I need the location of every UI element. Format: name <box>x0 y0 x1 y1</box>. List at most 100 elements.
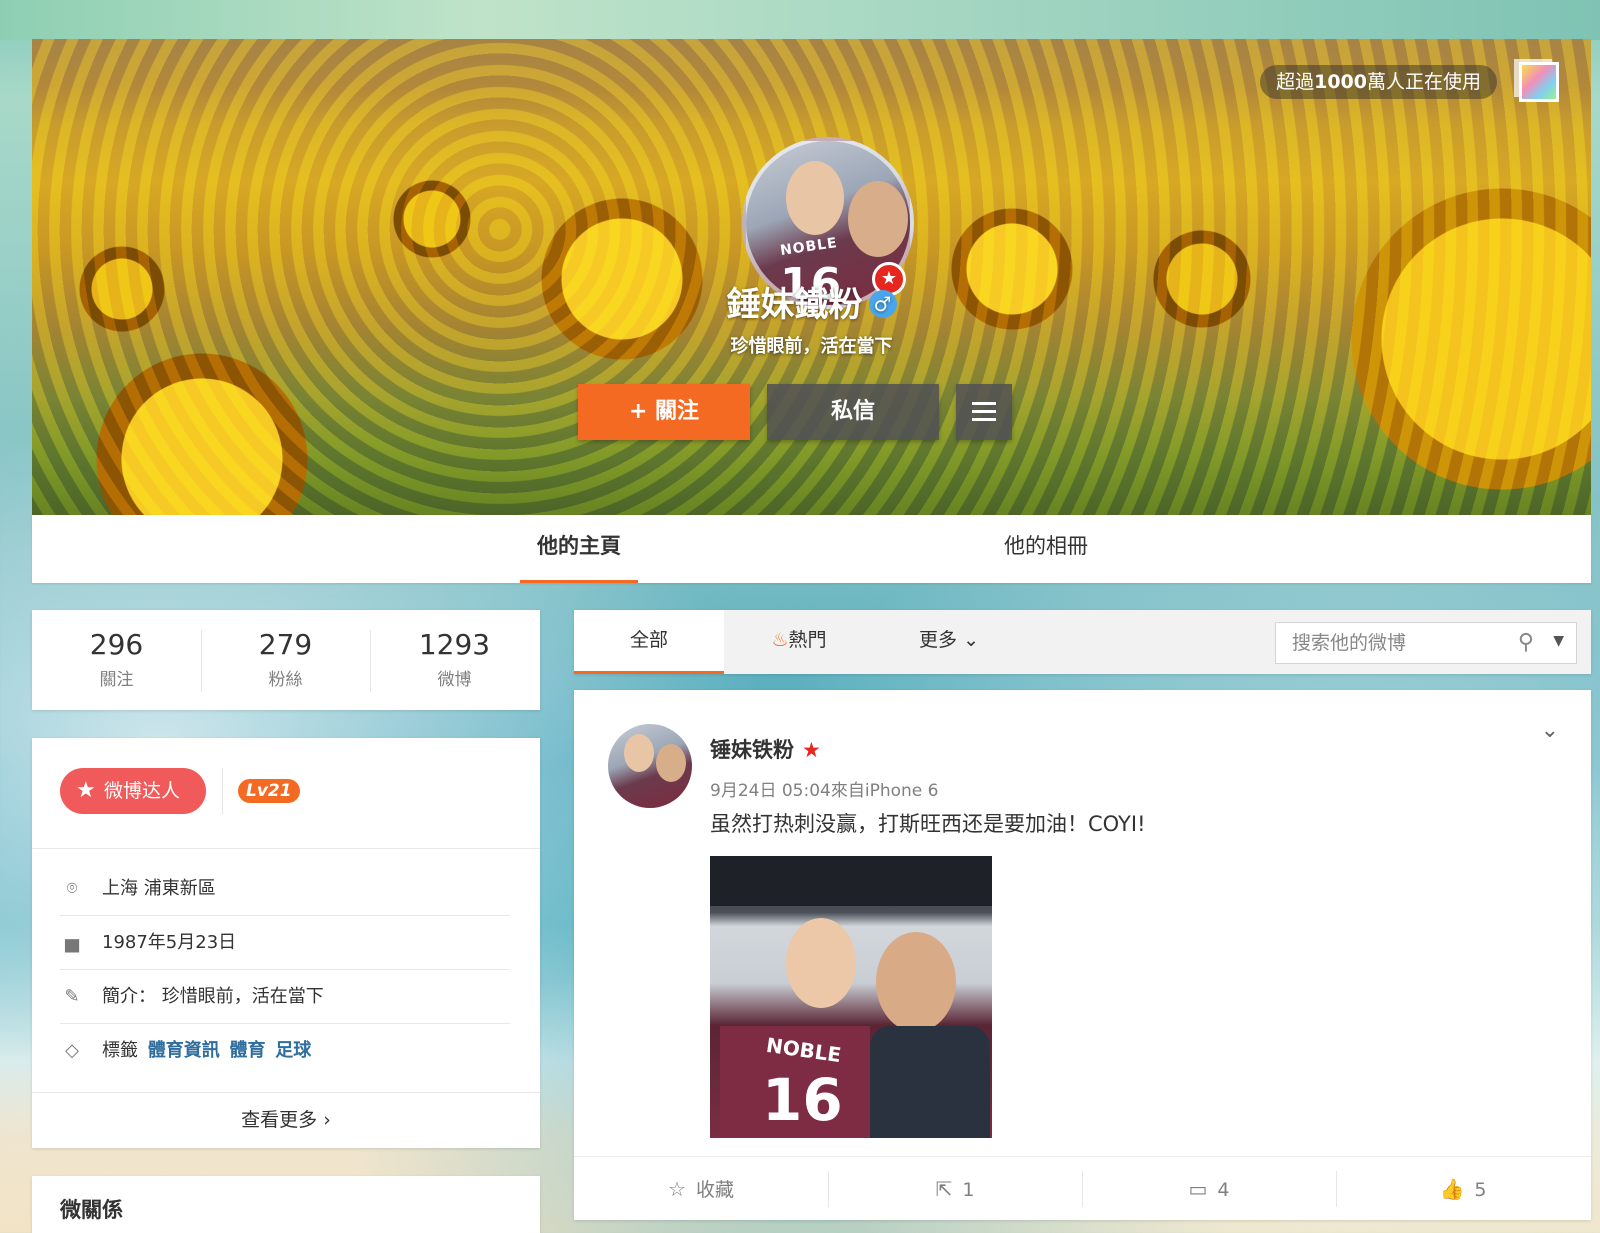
info-intro: ✎ 簡介： 珍惜眼前，活在當下 <box>60 970 510 1024</box>
feed-search-box: ⚲ ▼ <box>1275 622 1577 664</box>
photo-face-left <box>786 918 856 1008</box>
menu-icon-bar <box>972 418 996 421</box>
photo-car-frame <box>710 856 992 906</box>
feed-tab-more-label: 更多 <box>919 629 958 651</box>
feed-tab-hot[interactable]: ♨熱門 <box>724 610 874 674</box>
avatar-jersey-name: NOBLE <box>779 235 839 259</box>
photo-coat <box>870 1026 990 1138</box>
edit-note-icon: ✎ <box>64 986 80 1007</box>
level-badge[interactable]: Lv21 <box>238 779 300 803</box>
share-icon: ⇱ <box>935 1177 953 1201</box>
divider <box>32 848 540 849</box>
star-icon: ★ <box>76 778 96 803</box>
stat-followers-label: 粉絲 <box>268 670 303 690</box>
post-author-avatar[interactable] <box>608 724 692 808</box>
post-source[interactable]: iPhone 6 <box>865 781 939 801</box>
tag-link[interactable]: 體育 <box>229 1040 265 1061</box>
post-source-prefix: 來自 <box>830 781 865 801</box>
favorite-label: 收藏 <box>695 1179 734 1201</box>
post-actions: ☆ 收藏 ⇱ 1 ▭ 4 👍 5 <box>574 1156 1591 1220</box>
usage-badge[interactable]: 超過1000萬人正在使用 <box>1260 65 1497 99</box>
feed-tab-more[interactable]: 更多 ⌄ <box>874 610 1024 674</box>
tag-link[interactable]: 足球 <box>275 1040 311 1061</box>
tab-albums[interactable]: 他的相冊 <box>987 515 1105 583</box>
intro-label: 簡介： <box>102 986 156 1007</box>
skin-picker-icon[interactable] <box>1519 62 1559 102</box>
birthday-cake-icon: ▅ <box>65 932 79 953</box>
post-text: 虽然打热刺没赢，打斯旺西还是要加油！COYI! <box>710 812 1146 836</box>
talent-badge[interactable]: ★ 微博达人 <box>60 768 206 814</box>
post-avatar-face-left <box>624 734 654 772</box>
profile-nickname: 錘妹鐵粉 ♂ <box>32 277 1591 326</box>
feed-tabbar: 全部 ♨熱門 更多 ⌄ ⚲ ▼ <box>574 610 1591 674</box>
photo-jersey-number: 16 <box>762 1066 843 1134</box>
usage-prefix: 超過 <box>1276 71 1315 93</box>
divider <box>222 768 223 814</box>
post-photo[interactable]: NOBLE 16 <box>710 856 992 1138</box>
profile-info-card: ★ 微博达人 Lv21 ⌾ 上海 浦東新區 ▅ 1987年5月23日 ✎ 簡介：… <box>32 738 540 1148</box>
fire-icon: ♨ <box>771 629 789 651</box>
star-outline-icon: ☆ <box>668 1177 686 1201</box>
usage-count: 1000 <box>1314 71 1367 93</box>
post-author-name[interactable]: 锤妹铁粉 ★ <box>710 734 821 764</box>
feed-tab-all[interactable]: 全部 <box>574 610 724 674</box>
more-menu-button[interactable] <box>956 384 1012 440</box>
post-date[interactable]: 9月24日 05:04 <box>710 781 831 801</box>
see-more-link[interactable]: 查看更多 › <box>32 1093 540 1148</box>
menu-icon-bar <box>972 410 996 413</box>
stat-followers-value: 279 <box>258 628 313 661</box>
stat-posts[interactable]: 1293 微博 <box>370 610 539 710</box>
thumbs-up-icon: 👍 <box>1439 1177 1465 1201</box>
avatar-face-right <box>848 181 908 257</box>
message-button[interactable]: 私信 <box>767 384 939 440</box>
share-count: 1 <box>962 1179 975 1201</box>
birthday-text: 1987年5月23日 <box>102 932 237 953</box>
post-author-text: 锤妹铁粉 <box>710 738 794 762</box>
location-text: 上海 浦東新區 <box>102 878 216 899</box>
menu-icon-bar <box>972 402 996 405</box>
stat-following[interactable]: 296 關注 <box>32 610 201 710</box>
tag-link[interactable]: 體育資訊 <box>148 1040 220 1061</box>
page-background-top <box>0 0 1600 40</box>
stat-followers[interactable]: 279 粉絲 <box>201 610 370 710</box>
intro-text: 珍惜眼前，活在當下 <box>161 986 324 1007</box>
info-tags: ◇ 標籤 體育資訊 體育 足球 <box>60 1024 510 1078</box>
relation-card: 微關係 <box>32 1176 540 1233</box>
tags-label: 標籤 <box>102 1040 138 1061</box>
info-birthday: ▅ 1987年5月23日 <box>60 916 510 970</box>
nickname-text: 錘妹鐵粉 <box>726 285 863 325</box>
stat-following-label: 關注 <box>99 670 134 690</box>
tag-icon: ◇ <box>65 1040 79 1061</box>
follow-button[interactable]: + 關注 <box>578 384 750 440</box>
stat-posts-label: 微博 <box>437 670 472 690</box>
usage-suffix: 萬人正在使用 <box>1366 71 1481 93</box>
relation-title: 微關係 <box>60 1198 123 1222</box>
like-button[interactable]: 👍 5 <box>1336 1157 1590 1221</box>
info-location: ⌾ 上海 浦東新區 <box>60 862 510 916</box>
caret-down-icon[interactable]: ▼ <box>1553 633 1564 649</box>
post-meta: 9月24日 05:04來自iPhone 6 <box>710 776 938 801</box>
post-options-chevron-icon[interactable]: ⌄ <box>1541 718 1559 743</box>
photo-face-right <box>876 932 956 1032</box>
comment-button[interactable]: ▭ 4 <box>1082 1157 1336 1221</box>
post-avatar-face-right <box>656 744 686 782</box>
feed-post: 锤妹铁粉 ★ ⌄ 9月24日 05:04來自iPhone 6 虽然打热刺没赢，打斯… <box>574 690 1591 1220</box>
profile-tabbar: 他的主頁 他的相冊 <box>32 515 1591 583</box>
favorite-button[interactable]: ☆ 收藏 <box>574 1157 828 1221</box>
profile-motto: 珍惜眼前，活在當下 <box>730 336 893 357</box>
feed-tab-hot-label: 熱門 <box>788 629 827 651</box>
avatar-face-left <box>786 161 844 235</box>
like-count: 5 <box>1474 1179 1487 1201</box>
stat-posts-value: 1293 <box>418 628 491 661</box>
location-pin-icon: ⌾ <box>66 878 78 899</box>
search-icon[interactable]: ⚲ <box>1518 630 1534 655</box>
share-button[interactable]: ⇱ 1 <box>828 1157 1082 1221</box>
profile-banner: 超過1000萬人正在使用 NOBLE 16 ★ 錘妹鐵粉 ♂ 珍惜眼前，活在當下 … <box>32 39 1591 515</box>
stats-card: 296 關注 279 粉絲 1293 微博 <box>32 610 540 710</box>
tab-home[interactable]: 他的主頁 <box>520 515 638 583</box>
red-star-icon: ★ <box>802 738 821 762</box>
comment-icon: ▭ <box>1188 1177 1208 1201</box>
talent-badge-label: 微博达人 <box>104 780 181 802</box>
stat-following-value: 296 <box>89 628 144 661</box>
feed-search-input[interactable] <box>1276 623 1506 663</box>
